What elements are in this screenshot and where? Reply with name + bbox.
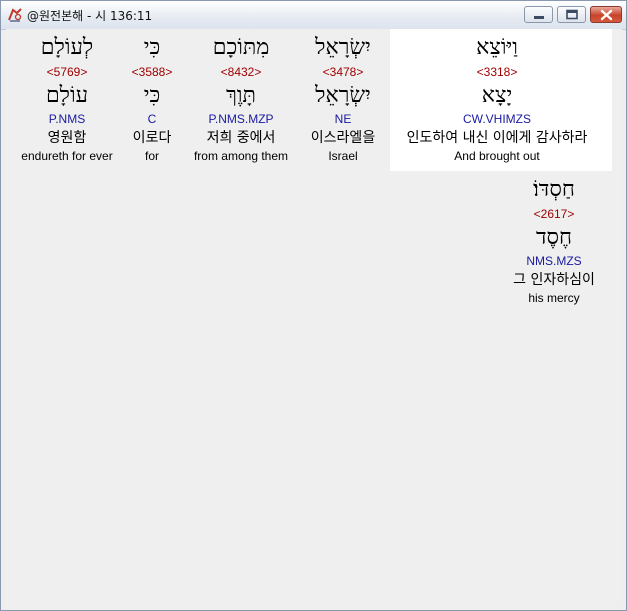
korean-gloss: 그 인자하심이 [513, 272, 595, 288]
english-gloss: Israel [328, 149, 358, 163]
parsing-code: NE [334, 112, 352, 126]
korean-gloss: 이스라엘을 [310, 130, 376, 146]
english-gloss: from among them [193, 149, 289, 163]
hebrew-word: וַיּוֹצֵא [476, 35, 518, 60]
close-icon [600, 9, 613, 21]
hebrew-lemma: תָּוֶךְ [226, 83, 256, 108]
strong-number[interactable]: <3478> [323, 65, 364, 79]
hebrew-lemma: חֶסֶד [535, 225, 573, 250]
english-gloss: endureth for ever [21, 149, 113, 163]
english-gloss: And brought out [454, 149, 540, 163]
korean-gloss: 저희 중에서 [206, 130, 276, 146]
title-bar[interactable]: @원전본해 - 시 136:11 [1, 1, 626, 30]
hebrew-lemma: עוֹלָם [45, 83, 89, 108]
parsing-code: CW.VHIMZS [463, 112, 531, 126]
hebrew-lemma: כִּי [143, 83, 161, 108]
english-gloss: his mercy [528, 291, 580, 305]
minimize-button[interactable] [524, 6, 553, 23]
korean-gloss: 인도하여 내신 이에게 감사하라 [406, 130, 588, 146]
english-gloss: for [144, 149, 160, 163]
hebrew-word: לְעוֹלָם [40, 35, 94, 60]
app-window: @원전본해 - 시 136:11 וַיּוֹצֵא <3318> יָצָא … [0, 0, 627, 611]
parsing-code: NMS.MZS [526, 254, 582, 268]
strong-number[interactable]: <3588> [132, 65, 173, 79]
parsing-code: P.NMS.MZP [208, 112, 274, 126]
hebrew-lemma: יָצָא [481, 83, 513, 108]
interlinear-view[interactable]: וַיּוֹצֵא <3318> יָצָא CW.VHIMZS 인도하여 내신… [6, 29, 622, 607]
maximize-button[interactable] [557, 6, 586, 23]
maximize-icon [566, 9, 578, 20]
hebrew-word: חַסְדּוֹ׃ [533, 177, 575, 202]
close-button[interactable] [590, 6, 622, 23]
hebrew-word: כִּי [143, 35, 161, 60]
korean-gloss: 영원함 [47, 130, 87, 146]
korean-gloss: 이로다 [132, 130, 172, 146]
strong-number[interactable]: <5769> [47, 65, 88, 79]
window-title: @원전본해 - 시 136:11 [27, 9, 153, 23]
app-icon[interactable] [7, 7, 23, 23]
hebrew-word: מִתּוֹכָם [212, 35, 270, 60]
strong-number[interactable]: <8432> [221, 65, 262, 79]
minimize-icon [534, 16, 544, 19]
strong-number[interactable]: <2617> [534, 207, 575, 221]
hebrew-word: יִשְׂרָאֵל [315, 35, 371, 60]
parsing-code: C [147, 112, 157, 126]
strong-number[interactable]: <3318> [477, 65, 518, 79]
parsing-code: P.NMS [48, 112, 86, 126]
hebrew-lemma: יִשְׂרָאֵל [315, 83, 371, 108]
